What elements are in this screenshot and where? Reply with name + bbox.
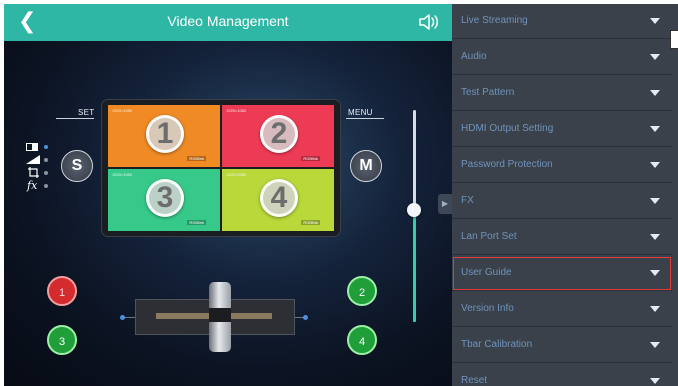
menu-item-label: Version Info [461,303,514,314]
menu-item-audio[interactable]: Audio [452,40,672,75]
caret-down-icon [650,234,660,240]
tbar-left-dot [120,315,125,320]
menu-item-test-pattern[interactable]: Test Pattern [452,76,672,111]
header-bar: ❮ Video Management [4,4,452,41]
preview-quad-2[interactable]: 1920×1080 2 RGBlink [222,105,334,167]
caret-down-icon [650,306,660,312]
menu-item-label: User Guide [461,267,512,278]
fx-icon[interactable]: fx [27,179,37,192]
preview-monitor: 1920×1080 1 RGBlink 1920×1080 2 RGBlink … [102,100,340,236]
quad-resolution: 1920×1080 [226,172,247,177]
menu-item-tbar-calibration[interactable]: Tbar Calibration [452,328,672,363]
brightness-ramp-icon[interactable] [26,155,40,164]
menu-item-label: Password Protection [461,159,553,170]
page-title: Video Management [167,13,289,29]
menu-item-user-guide[interactable]: User Guide [452,256,672,291]
quad-brand: RGBlink [301,220,320,225]
tbar-right-dot [303,315,308,320]
layout-icon[interactable] [26,143,38,151]
preview-quad-3[interactable]: 1920×1080 3 RGBlink [108,169,220,231]
preview-quad-1[interactable]: 1920×1080 1 RGBlink [108,105,220,167]
menu-item-version-info[interactable]: Version Info [452,292,672,327]
menu-item-fx[interactable]: FX [452,184,672,219]
s-button[interactable]: S [61,150,93,182]
preview-screen: 1920×1080 1 RGBlink 1920×1080 2 RGBlink … [108,105,334,231]
quad-brand: RGBlink [301,156,320,161]
menu-item-label: FX [461,195,474,206]
quad-number-badge: 3 [146,179,184,217]
set-underline [56,118,94,119]
quad-brand: RGBlink [187,220,206,225]
menu-item-label: Lan Port Set [461,231,517,242]
menu-item-label: Test Pattern [461,87,515,98]
caret-down-icon [650,90,660,96]
menu-label: MENU [348,108,373,117]
menu-item-label: Reset [461,375,488,386]
set-label: SET [78,108,95,117]
caret-down-icon [650,162,660,168]
caret-down-icon [650,342,660,348]
menu-item-label: HDMI Output Setting [461,123,554,134]
preview-quad-4[interactable]: 1920×1080 4 RGBlink [222,169,334,231]
menu-item-password-protection[interactable]: Password Protection [452,148,672,183]
layout-indicator-dot [44,145,48,149]
m-button[interactable]: M [350,150,382,182]
quad-resolution: 1920×1080 [112,172,133,177]
volume-slider-handle[interactable] [407,203,421,217]
crop-indicator-dot [44,171,48,175]
source-button-2[interactable]: 2 [347,276,377,306]
caret-down-icon [650,270,660,276]
quad-resolution: 1920×1080 [226,108,247,113]
caret-down-icon [650,378,660,384]
menu-item-live-streaming[interactable]: Live Streaming [452,4,672,39]
caret-down-icon [650,18,660,24]
crop-icon[interactable] [28,167,39,178]
menu-item-reset[interactable]: Reset [452,364,672,386]
panel-expand-icon[interactable]: ▶ [438,194,452,214]
menu-item-hdmi-output-setting[interactable]: HDMI Output Setting [452,112,672,147]
menu-item-label: Tbar Calibration [461,339,533,350]
panel-edge-tab [670,30,678,49]
quad-number-badge: 1 [146,115,184,153]
caret-down-icon [650,54,660,60]
menu-item-lan-port-set[interactable]: Lan Port Set [452,220,672,255]
menu-item-label: Live Streaming [461,15,528,26]
speaker-icon[interactable] [418,13,440,31]
quad-number-badge: 4 [260,179,298,217]
menu-item-label: Audio [461,51,487,62]
video-management-screen: ❮ Video Management SET MENU fx S M 1920×… [4,4,452,386]
caret-down-icon [650,126,660,132]
source-button-4[interactable]: 4 [347,325,377,355]
settings-menu-panel: Live Streaming Audio Test Pattern HDMI O… [452,4,678,386]
menu-underline [346,118,384,119]
ramp-indicator-dot [44,158,48,162]
caret-down-icon [650,198,660,204]
source-button-1[interactable]: 1 [47,276,77,306]
quad-resolution: 1920×1080 [112,108,133,113]
quad-number-badge: 2 [260,115,298,153]
fx-indicator-dot [44,184,48,188]
tbar-handle-band [209,308,231,322]
quad-brand: RGBlink [187,156,206,161]
source-button-3[interactable]: 3 [47,325,77,355]
volume-slider-fill [413,210,416,322]
